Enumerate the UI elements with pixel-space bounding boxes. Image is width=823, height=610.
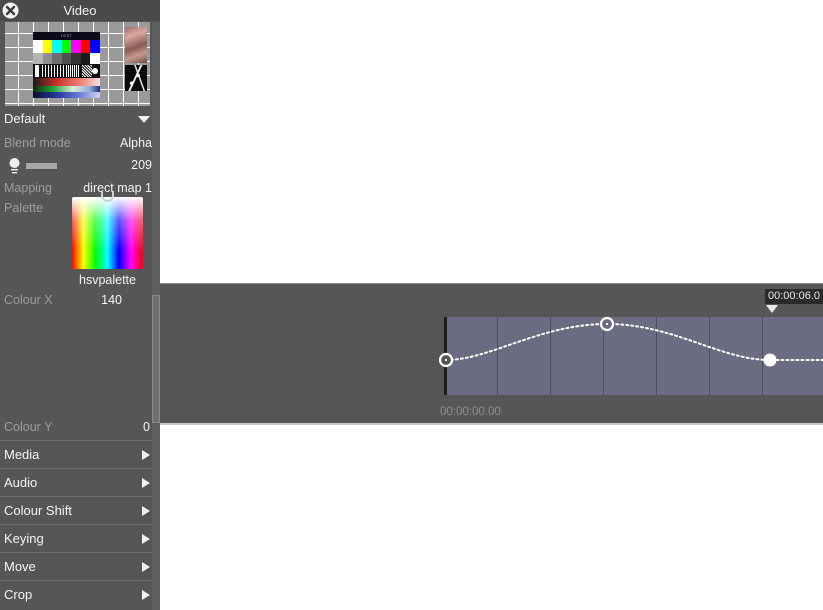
chevron-right-icon — [142, 450, 150, 460]
start-time-label: 00:00:00.00 — [440, 406, 501, 418]
panel-scrollbar-thumb[interactable] — [152, 295, 160, 423]
keyframe-1-center — [445, 359, 447, 361]
video-preview[interactable]: TEST — [5, 22, 150, 106]
palette-label: Palette — [4, 201, 43, 215]
menu-item-label: Move — [4, 559, 36, 574]
app-root: Video TEST — [0, 0, 823, 610]
resolution-wedge-row — [33, 64, 100, 78]
hsv-palette-picker[interactable] — [72, 197, 143, 269]
colour-x-label: Colour X — [4, 293, 53, 307]
blend-mode-label: Blend mode — [4, 136, 71, 150]
menu-item-media[interactable]: Media — [0, 440, 160, 468]
chevron-right-icon — [142, 478, 150, 488]
alpha-slider-track[interactable] — [26, 163, 57, 169]
palette-name-label: hsvpalette — [60, 273, 155, 287]
window-title: Video — [0, 0, 160, 21]
menu-item-colour-shift[interactable]: Colour Shift — [0, 496, 160, 524]
chevron-down-icon[interactable] — [138, 116, 150, 123]
chevron-right-icon — [142, 506, 150, 516]
alpha-slider-row[interactable]: 209 — [0, 155, 160, 177]
preset-dropdown[interactable]: Default — [0, 108, 160, 131]
menu-item-audio[interactable]: Audio — [0, 468, 160, 496]
colour-x-value[interactable]: 140 — [101, 293, 122, 307]
colour-y-value[interactable]: 0 — [143, 420, 150, 434]
hsv-palette-gradient[interactable] — [72, 197, 143, 269]
current-time-badge: 00:00:06.0 — [765, 289, 823, 304]
time-cursor-marker[interactable] — [766, 305, 778, 313]
blend-mode-value[interactable]: Alpha — [120, 136, 152, 150]
keyframe-3[interactable] — [764, 354, 777, 367]
menu-item-keying[interactable]: Keying — [0, 524, 160, 552]
menu-item-crop[interactable]: Crop — [0, 580, 160, 608]
preview-thumbnail-photo — [125, 27, 147, 63]
alpha-value[interactable]: 209 — [131, 158, 152, 172]
gray-step-row — [33, 53, 100, 64]
preset-label: Default — [4, 111, 45, 126]
colour-bar-row — [33, 40, 100, 53]
menu-item-label: Keying — [4, 531, 44, 546]
video-properties-panel: Video TEST — [0, 0, 160, 610]
menu-item-label: Crop — [4, 587, 32, 602]
menu-item-move[interactable]: Move — [0, 552, 160, 580]
panel-scrollbar[interactable] — [152, 22, 160, 610]
chevron-right-icon — [142, 562, 150, 572]
colour-y-label: Colour Y — [4, 420, 52, 434]
menu-item-label: Media — [4, 447, 39, 462]
keyframe-2-center — [606, 323, 608, 325]
keyframe-curve[interactable] — [160, 284, 823, 425]
test-pattern-image: TEST — [33, 32, 100, 98]
keyframe-timeline[interactable]: 00:00:06.0 00:00:00.00 — [160, 283, 823, 425]
menu-item-label: Audio — [4, 475, 37, 490]
mapping-label: Mapping — [4, 181, 52, 195]
menu-item-label: Colour Shift — [4, 503, 72, 518]
chevron-right-icon — [142, 590, 150, 600]
colour-y-row[interactable]: Colour Y 0 — [0, 417, 160, 439]
red-gradient-row — [33, 78, 100, 86]
preview-thumbnail-graphic — [125, 65, 147, 91]
colour-x-row[interactable]: Colour X 140 — [0, 290, 160, 312]
blue-gradient-row — [33, 92, 100, 98]
mapping-value[interactable]: direct map 1 — [83, 181, 152, 195]
window-titlebar: Video — [0, 0, 160, 21]
knob-handle-icon[interactable] — [8, 157, 21, 175]
blend-mode-row[interactable]: Blend mode Alpha — [0, 133, 160, 155]
test-pattern-title: TEST — [33, 32, 100, 40]
chevron-right-icon — [142, 534, 150, 544]
